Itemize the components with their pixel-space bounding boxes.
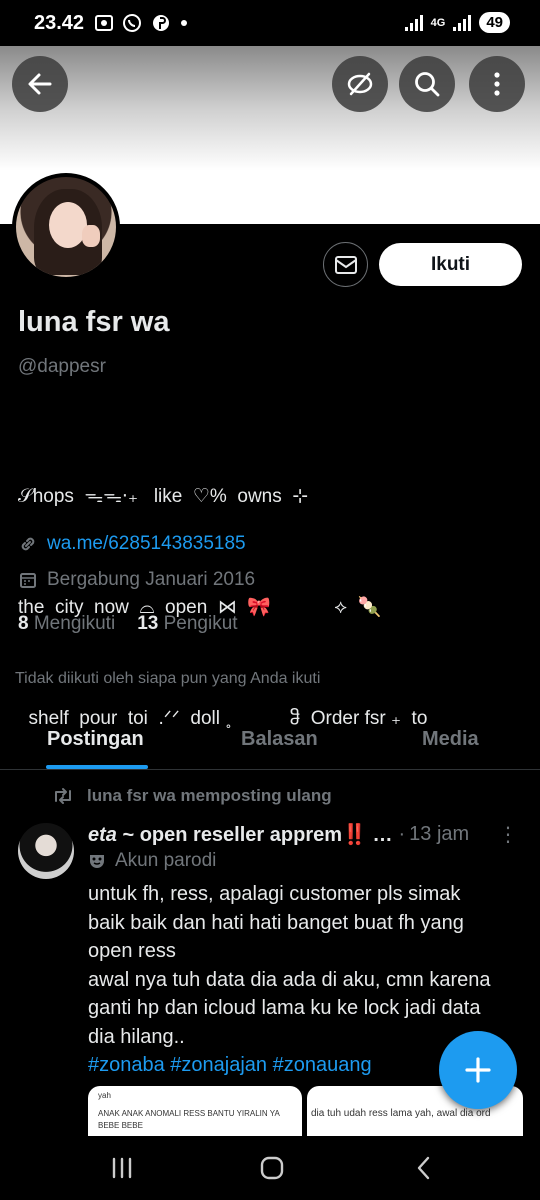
- system-nav-bar: [0, 1136, 540, 1200]
- followers-count: 13: [137, 613, 159, 634]
- mask-icon: [90, 855, 104, 868]
- followers-link[interactable]: 13 Pengikut: [137, 613, 237, 635]
- screenshot-icon: [95, 15, 113, 31]
- profile-link[interactable]: wa.me/6285143835185: [47, 533, 246, 555]
- repost-note[interactable]: luna fsr wa memposting ulang: [52, 786, 332, 806]
- image-1-text: ANAK ANAK ANOMALI RESS BANTU YIRALIN YA: [98, 1109, 280, 1118]
- image-1-text: BEBE BEBE: [98, 1121, 143, 1130]
- network-type: 4G: [430, 16, 446, 29]
- post-image-1[interactable]: yah ANAK ANAK ANOMALI RESS BANTU YIRALIN…: [88, 1086, 302, 1136]
- profile-link-row[interactable]: wa.me/6285143835185: [18, 533, 246, 555]
- envelope-icon: [334, 255, 357, 274]
- parody-label-row: Akun parodi: [88, 850, 216, 872]
- search-icon: [415, 72, 440, 97]
- profile-avatar[interactable]: [12, 173, 120, 281]
- eye-slash-icon: [347, 72, 373, 96]
- image-1-text: yah: [98, 1091, 111, 1100]
- tab-posts[interactable]: Postingan: [47, 728, 144, 751]
- post-separator: ·: [398, 823, 406, 845]
- home-button[interactable]: [256, 1152, 288, 1184]
- post-line: ganti hp dan icloud lama ku ke lock jadi…: [88, 997, 481, 1019]
- active-tab-indicator: [46, 765, 148, 769]
- search-button[interactable]: [399, 56, 455, 112]
- status-bar: 23.42 4G 49: [0, 0, 540, 46]
- chevron-left-icon: [417, 1156, 430, 1180]
- status-time: 23.42: [34, 12, 85, 34]
- whatsapp-icon: [123, 14, 142, 32]
- profile-tabs: Postingan Balasan Media: [0, 714, 540, 770]
- post-line: baik baik dan hati hati banget buat fh y…: [88, 911, 464, 934]
- pinterest-icon: [152, 15, 169, 31]
- system-back-button[interactable]: [408, 1152, 440, 1184]
- post-line: untuk fh, ress, apalagi customer pls sim…: [88, 883, 461, 905]
- following-count: 8: [18, 613, 29, 634]
- repost-icon: [55, 788, 71, 804]
- post-time[interactable]: 13 jam: [409, 823, 469, 846]
- post-line: awal nya tuh data dia ada di aku, cmn ka…: [88, 968, 491, 991]
- image-2-text: dia tuh udah ress lama yah, awal dia ord: [311, 1108, 491, 1119]
- parody-label: Akun parodi: [115, 850, 217, 871]
- compose-button[interactable]: [439, 1031, 517, 1109]
- post-author-name[interactable]: eta ~ open reseller apprem‼️ …: [88, 822, 392, 847]
- following-label: Mengikuti: [33, 613, 116, 634]
- tab-replies[interactable]: Balasan: [241, 728, 318, 751]
- dot-icon: [181, 20, 188, 26]
- following-link[interactable]: 8 Mengikuti: [18, 613, 115, 635]
- follow-button[interactable]: Ikuti: [379, 243, 522, 286]
- followers-label: Pengikut: [163, 613, 238, 634]
- plus-icon: [465, 1057, 491, 1083]
- battery-level: 49: [479, 12, 510, 33]
- not-followed-note: Tidak diikuti oleh siapa pun yang Anda i…: [15, 670, 321, 687]
- profile-handle: @dappesr: [18, 356, 106, 377]
- back-button[interactable]: [12, 56, 68, 112]
- status-right: 4G 49: [404, 12, 510, 33]
- repost-note-text: luna fsr wa memposting ulang: [87, 786, 332, 805]
- calendar-icon: [20, 573, 36, 588]
- profile-name: luna fsr wa: [18, 306, 170, 338]
- follow-counts: 8 Mengikuti 13 Pengikut: [18, 613, 238, 635]
- post-author-prefix: eta: [88, 824, 117, 846]
- post-author-avatar[interactable]: [18, 823, 74, 879]
- signal-icon: [404, 14, 423, 31]
- post-header: eta ~ open reseller apprem‼️ … · 13 jam …: [88, 822, 528, 847]
- vertical-dots-icon: [494, 72, 500, 96]
- home-icon: [260, 1156, 284, 1180]
- arrow-left-icon: [28, 73, 52, 95]
- more-options-button[interactable]: [469, 56, 525, 112]
- recents-icon: [112, 1157, 132, 1179]
- post-more-button[interactable]: ⋮: [498, 822, 518, 847]
- bio-line: 𝒮hops ᯓᯓ‧₊ like ♡% owns ⊹: [18, 486, 309, 507]
- recents-button[interactable]: [106, 1152, 138, 1184]
- joined-date: Bergabung Januari 2016: [47, 569, 256, 590]
- post-author-rest: ~ open reseller apprem‼️ …: [116, 824, 393, 846]
- post-line: open ress: [88, 940, 176, 962]
- joined-row: Bergabung Januari 2016: [18, 569, 255, 591]
- hide-button[interactable]: [332, 56, 388, 112]
- tab-media[interactable]: Media: [422, 728, 479, 751]
- message-button[interactable]: [323, 242, 368, 287]
- link-icon: [21, 537, 35, 551]
- notification-icons: [94, 13, 189, 33]
- signal-icon-2: [453, 14, 472, 31]
